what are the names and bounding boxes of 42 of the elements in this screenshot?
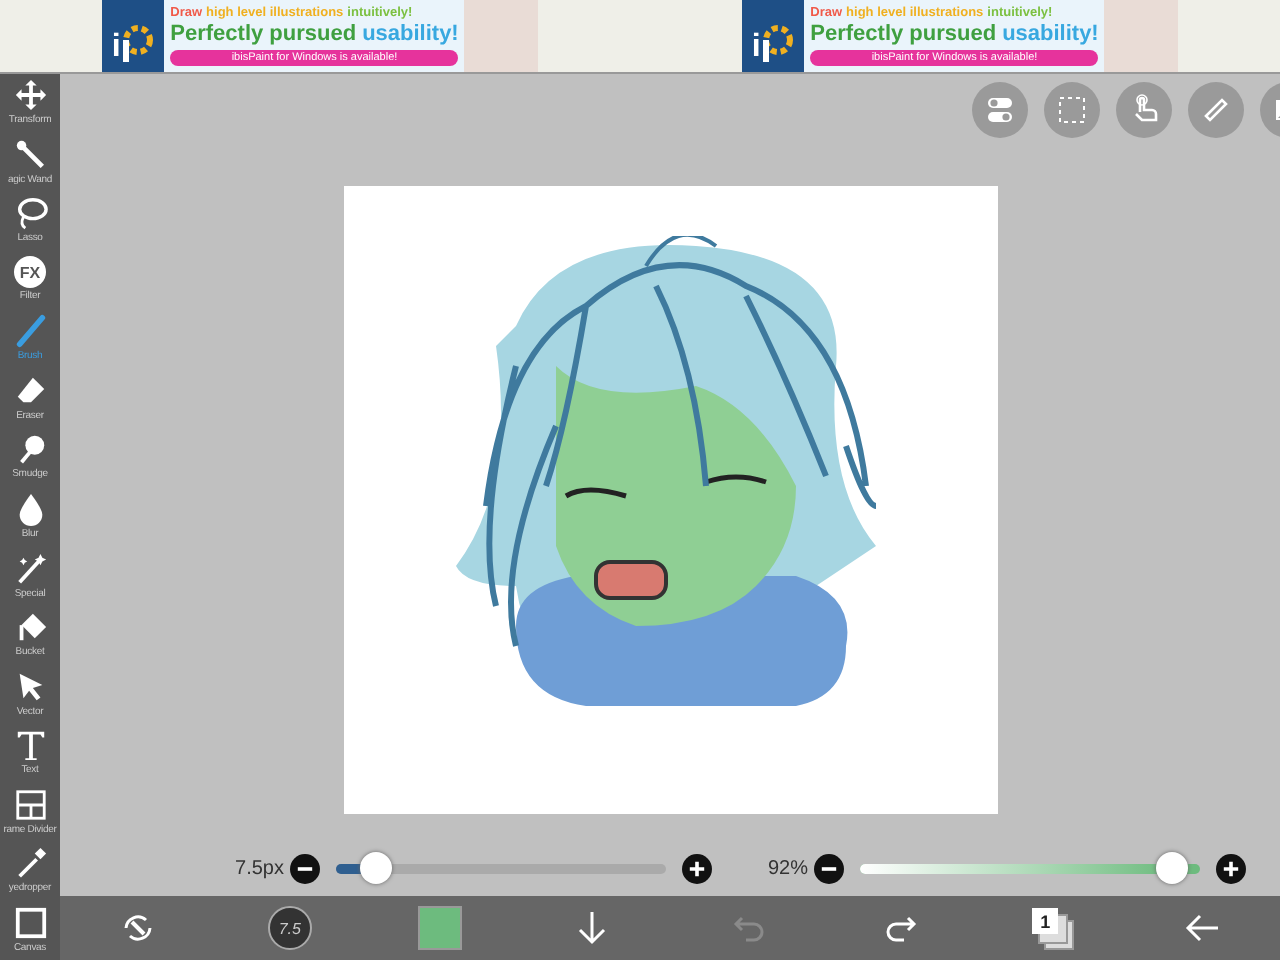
ruler-button[interactable] (1188, 82, 1244, 138)
plus-icon (688, 859, 706, 877)
opacity-label: 92% (765, 857, 808, 879)
ad-tagline: usability! (362, 22, 459, 48)
photo-placeholder (1104, 0, 1178, 72)
size-slider[interactable] (336, 852, 666, 884)
slider-thumb[interactable] (359, 852, 392, 884)
ad-tagline: Perfectly pursued (810, 22, 997, 48)
selection-button[interactable] (1044, 82, 1100, 138)
plus-icon (1222, 859, 1240, 877)
color-swatch[interactable] (418, 906, 463, 950)
ad-tagline: usability! (1002, 22, 1099, 48)
tool-icon (13, 846, 47, 881)
layers-button[interactable]: 1 (1032, 908, 1073, 948)
filter-icon: FX (14, 256, 46, 289)
tool-icon (13, 787, 47, 822)
app-logo: i (742, 0, 805, 72)
ruler-icon (1200, 94, 1232, 126)
opacity-slider[interactable] (860, 852, 1200, 884)
brush-size-button[interactable]: 7.5 (267, 906, 312, 950)
plus-button[interactable] (1216, 853, 1246, 883)
tool-icon (13, 314, 47, 349)
tool-icon (13, 905, 47, 940)
toggle-icon (984, 94, 1016, 126)
tool-icon (13, 78, 47, 113)
slider-thumb[interactable] (1156, 852, 1189, 884)
dashed-square-icon (1056, 94, 1088, 126)
minus-button[interactable] (290, 853, 320, 883)
drawing-canvas[interactable] (343, 186, 997, 814)
brush-size-label: 7.5px (233, 857, 284, 879)
ad-tagline: Perfectly pursued (170, 22, 357, 48)
hand-button[interactable] (1116, 82, 1172, 138)
tool-icon (13, 728, 47, 763)
photo-placeholder (464, 0, 538, 72)
toggle-button[interactable] (972, 82, 1028, 138)
minus-button[interactable] (814, 853, 844, 883)
plus-button[interactable] (682, 853, 712, 883)
app-logo: i (102, 0, 165, 72)
tool-icon (13, 551, 47, 586)
tool-icon (13, 373, 47, 408)
tool-icon (13, 137, 47, 172)
tool-icon (13, 196, 47, 231)
